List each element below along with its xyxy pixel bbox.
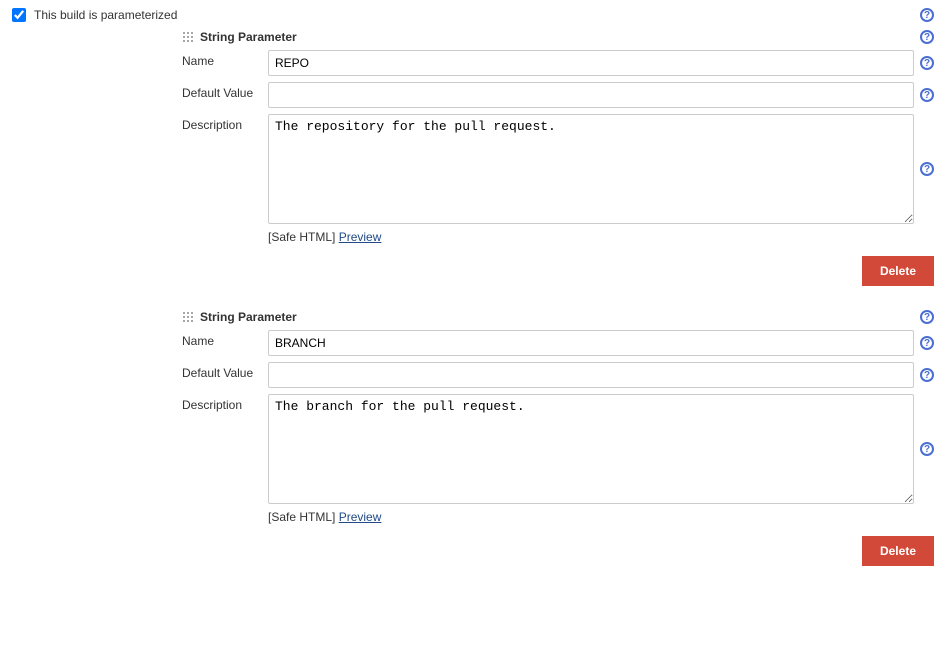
- help-icon[interactable]: ?: [920, 56, 934, 70]
- default-value-label: Default Value: [182, 362, 268, 380]
- parameter-title: String Parameter: [200, 30, 297, 44]
- name-label: Name: [182, 330, 268, 348]
- drag-handle-icon[interactable]: [182, 311, 194, 323]
- help-icon[interactable]: ?: [920, 336, 934, 350]
- help-icon[interactable]: ?: [920, 88, 934, 102]
- help-icon[interactable]: ?: [920, 310, 934, 324]
- parameterized-label: This build is parameterized: [34, 8, 177, 22]
- description-textarea[interactable]: [268, 114, 914, 224]
- delete-button[interactable]: Delete: [862, 256, 934, 286]
- safe-html-label: [Safe HTML]: [268, 230, 335, 244]
- default-value-label: Default Value: [182, 82, 268, 100]
- parameter-block: String Parameter ? Name ? Default Value …: [182, 30, 934, 286]
- preview-link[interactable]: Preview: [339, 230, 382, 244]
- safe-html-label: [Safe HTML]: [268, 510, 335, 524]
- description-label: Description: [182, 114, 268, 132]
- drag-handle-icon[interactable]: [182, 31, 194, 43]
- preview-link[interactable]: Preview: [339, 510, 382, 524]
- description-textarea[interactable]: [268, 394, 914, 504]
- help-icon[interactable]: ?: [920, 442, 934, 456]
- parameter-block: String Parameter ? Name ? Default Value …: [182, 310, 934, 566]
- description-label: Description: [182, 394, 268, 412]
- name-input[interactable]: [268, 330, 914, 356]
- help-icon[interactable]: ?: [920, 30, 934, 44]
- help-icon[interactable]: ?: [920, 368, 934, 382]
- parameterized-checkbox[interactable]: [12, 8, 26, 22]
- name-input[interactable]: [268, 50, 914, 76]
- delete-button[interactable]: Delete: [862, 536, 934, 566]
- help-icon[interactable]: ?: [920, 8, 934, 22]
- default-value-input[interactable]: [268, 362, 914, 388]
- default-value-input[interactable]: [268, 82, 914, 108]
- name-label: Name: [182, 50, 268, 68]
- help-icon[interactable]: ?: [920, 162, 934, 176]
- parameter-title: String Parameter: [200, 310, 297, 324]
